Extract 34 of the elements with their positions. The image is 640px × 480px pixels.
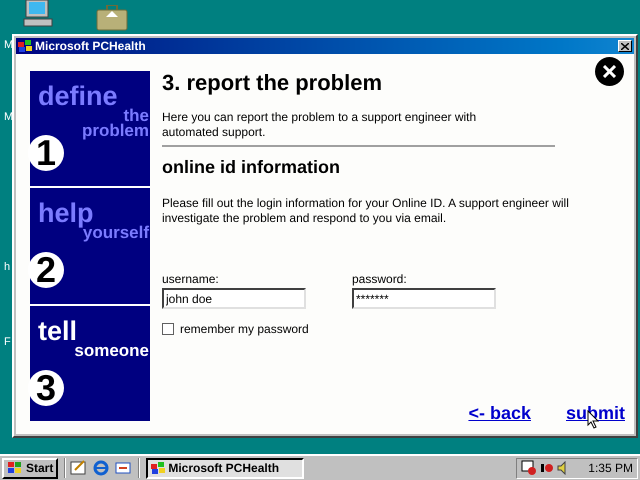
checkbox[interactable] [162, 323, 174, 335]
step-number: 2 [28, 252, 64, 288]
field-label: password: [352, 272, 408, 286]
close-icon[interactable] [595, 57, 624, 86]
step-number: 1 [28, 135, 64, 171]
clock: 1:35 PM [588, 460, 633, 477]
window-title: Microsoft PCHealth [35, 40, 146, 52]
intro-text: Here you can report the problem to a support engineer with automated support. [162, 110, 478, 140]
page-heading: 3. report the problem [162, 72, 384, 94]
network-icon[interactable] [540, 461, 554, 475]
app-icon [151, 462, 166, 474]
checkbox-label: remember my password [180, 321, 309, 338]
back-link[interactable]: <- back [468, 404, 531, 422]
app-icon [18, 40, 32, 52]
briefcase-icon[interactable] [96, 5, 128, 31]
computer-icon[interactable] [22, 0, 54, 28]
desktop-icon-label[interactable]: h [4, 262, 10, 273]
desktop-icon-label[interactable]: F [4, 337, 11, 348]
password-field[interactable]: ******* [352, 288, 496, 309]
section-title: online id information [162, 158, 341, 176]
windows-logo-icon [7, 461, 23, 475]
step-subtitle[interactable]: the problem [59, 108, 149, 138]
start-button[interactable]: Start [2, 458, 58, 478]
step-subtitle[interactable]: someone [59, 342, 149, 358]
step-title[interactable]: tell [38, 318, 78, 345]
desktop-shortcut-icon[interactable] [70, 460, 88, 476]
field-label: username: [162, 272, 220, 286]
close-button[interactable] [618, 40, 632, 52]
instructions-text: Please fill out the login information for your Online ID. A support engineer will investigate the problem and respond to you via email. [162, 196, 570, 226]
step-title[interactable]: define [38, 83, 118, 110]
taskbar-window-button[interactable]: Microsoft PCHealth [146, 458, 304, 478]
step-title[interactable]: help [38, 200, 94, 228]
step-number: 3 [28, 370, 64, 406]
username-field[interactable]: john doe [162, 288, 306, 309]
